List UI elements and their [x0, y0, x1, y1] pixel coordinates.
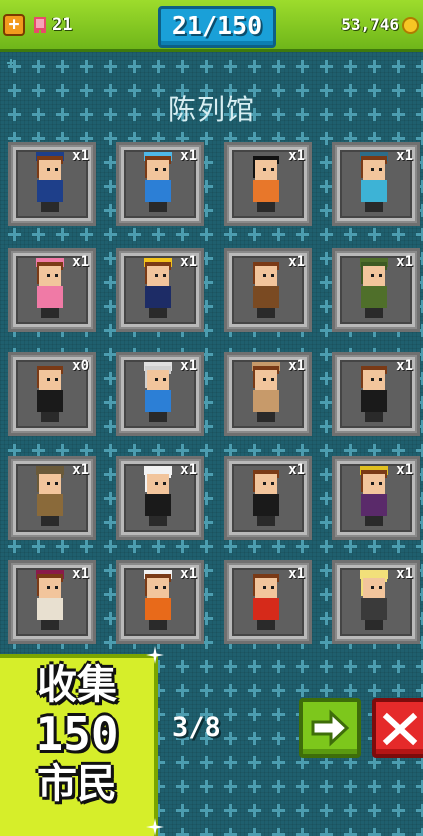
page-indicator: 3/8	[172, 712, 221, 743]
close-icon	[382, 712, 418, 746]
citizen-card[interactable]: x1	[8, 456, 96, 540]
citizen-sprite	[30, 258, 70, 322]
coin-count: 53,746	[341, 15, 399, 34]
citizen-card[interactable]: x1	[332, 456, 420, 540]
page-title: 陈列馆	[167, 93, 255, 126]
gem-count: 21	[52, 15, 73, 35]
citizen-card[interactable]: x1	[8, 560, 96, 644]
add-gems-button[interactable]: +	[3, 14, 25, 36]
top-bar: + 21 21/150 53,746	[0, 0, 423, 52]
citizen-sprite	[138, 152, 178, 216]
citizen-sprite	[246, 570, 286, 634]
citizen-sprite	[138, 362, 178, 426]
citizen-card[interactable]: x1	[332, 560, 420, 644]
citizen-card[interactable]: x1	[224, 248, 312, 332]
citizen-count: x1	[396, 566, 413, 582]
banner-line-1: 收集	[37, 662, 117, 708]
population-text: 21/150	[171, 11, 263, 40]
citizen-sprite	[246, 152, 286, 216]
citizen-card[interactable]: x1	[224, 352, 312, 436]
arrow-right-icon	[311, 709, 350, 747]
citizen-count: x1	[180, 254, 197, 270]
citizen-sprite	[138, 466, 178, 530]
citizen-card[interactable]: x1	[116, 352, 204, 436]
citizen-sprite	[354, 258, 394, 322]
citizen-count: x1	[288, 566, 305, 582]
citizen-count: x1	[180, 358, 197, 374]
citizen-sprite	[246, 466, 286, 530]
citizen-count: x1	[72, 148, 89, 164]
citizen-sprite	[138, 570, 178, 634]
population-counter: 21/150	[158, 6, 276, 48]
citizen-card[interactable]: x0	[8, 352, 96, 436]
citizen-sprite	[354, 570, 394, 634]
citizen-card[interactable]: x1	[224, 456, 312, 540]
citizen-count: x0	[72, 358, 89, 374]
citizen-card[interactable]: x1	[224, 560, 312, 644]
citizen-sprite	[138, 258, 178, 322]
citizen-count: x1	[180, 566, 197, 582]
citizen-count: x1	[288, 358, 305, 374]
citizen-card[interactable]: x1	[8, 248, 96, 332]
sparkle-icon	[146, 646, 164, 664]
citizen-card[interactable]: x1	[116, 560, 204, 644]
sparkle-icon	[146, 818, 164, 836]
citizen-count: x1	[72, 462, 89, 478]
citizen-sprite	[354, 152, 394, 216]
citizen-count: x1	[396, 358, 413, 374]
citizen-card[interactable]: x1	[224, 142, 312, 226]
citizen-card[interactable]: x1	[8, 142, 96, 226]
citizen-count: x1	[396, 254, 413, 270]
citizen-count: x1	[396, 148, 413, 164]
citizen-sprite	[354, 466, 394, 530]
banner-line-2: 150	[35, 707, 119, 761]
next-page-button[interactable]	[299, 698, 361, 758]
gem-icon	[34, 17, 46, 33]
citizen-sprite	[30, 362, 70, 426]
coin-icon	[402, 17, 419, 34]
citizen-card[interactable]: x1	[116, 142, 204, 226]
citizen-count: x1	[180, 462, 197, 478]
citizen-card[interactable]: x1	[332, 248, 420, 332]
citizen-count: x1	[288, 462, 305, 478]
citizen-sprite	[354, 362, 394, 426]
citizen-card[interactable]: x1	[332, 142, 420, 226]
citizen-sprite	[246, 258, 286, 322]
collect-banner: 收集 150 市民	[0, 654, 158, 836]
citizen-sprite	[246, 362, 286, 426]
citizen-count: x1	[180, 148, 197, 164]
citizen-card[interactable]: x1	[116, 456, 204, 540]
citizen-count: x1	[288, 254, 305, 270]
citizen-grid: x1 x1 x1 x1 x1 x1 x1 x1 x0 x1 x1 x1 x1 x1 x1 x1 x1 x1 x1 x1	[8, 142, 420, 644]
citizen-count: x1	[288, 148, 305, 164]
citizen-sprite	[30, 570, 70, 634]
banner-line-3: 市民	[37, 761, 117, 807]
citizen-sprite	[30, 152, 70, 216]
citizen-count: x1	[72, 566, 89, 582]
citizen-count: x1	[396, 462, 413, 478]
close-button[interactable]	[372, 698, 423, 758]
citizen-count: x1	[72, 254, 89, 270]
citizen-card[interactable]: x1	[332, 352, 420, 436]
citizen-card[interactable]: x1	[116, 248, 204, 332]
citizen-sprite	[30, 466, 70, 530]
